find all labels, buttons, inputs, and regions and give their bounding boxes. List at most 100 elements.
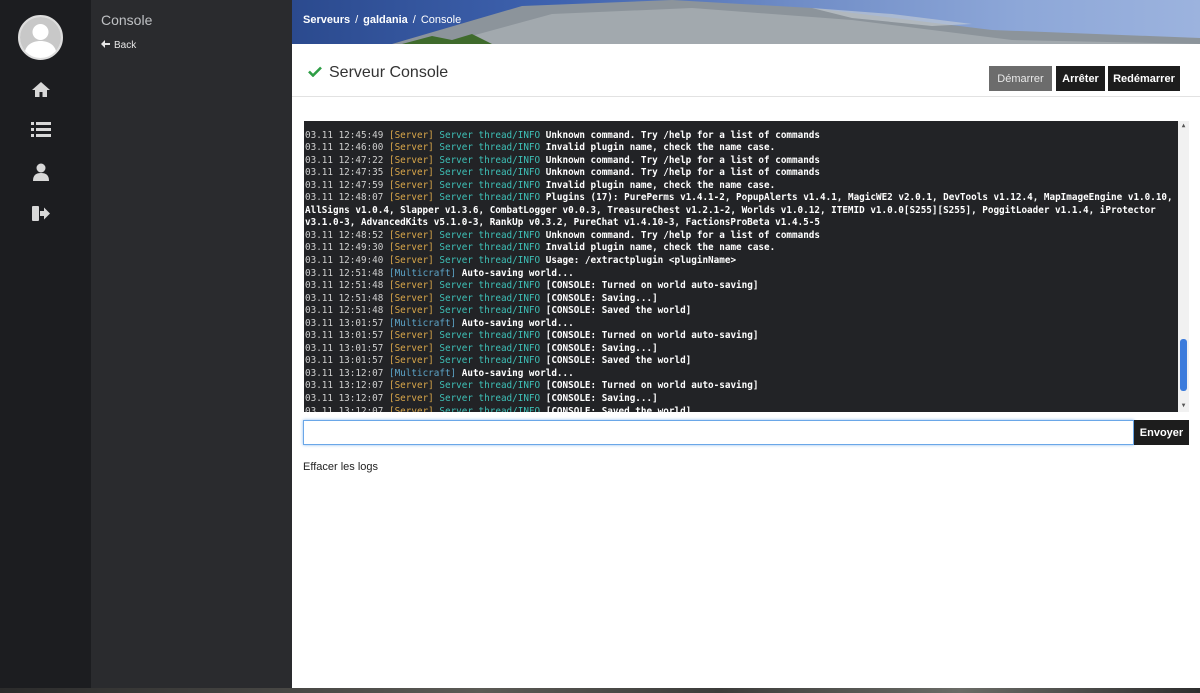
breadcrumb-separator: / xyxy=(412,14,416,26)
console-source: [Server] xyxy=(388,167,434,179)
console-line: 03.11 13:12:07 [Multicraft] Auto-saving … xyxy=(305,368,1175,381)
console-thread: Server thread/INFO xyxy=(439,305,541,317)
console-timestamp: 03.11 12:51:48 xyxy=(305,280,384,292)
console-message: Invalid plugin name, check the name case… xyxy=(545,142,776,154)
console-thread: Server thread/INFO xyxy=(439,292,541,304)
console-message: [CONSOLE: Saving...] xyxy=(545,292,658,304)
main-content: Serveurs / galdania / Console Serveur Co… xyxy=(292,0,1200,688)
back-link[interactable]: Back xyxy=(101,40,136,51)
console-thread: Server thread/INFO xyxy=(439,330,541,342)
header-banner: Serveurs / galdania / Console xyxy=(292,0,1200,44)
home-icon[interactable] xyxy=(30,78,52,100)
console-timestamp: 03.11 13:01:57 xyxy=(305,317,384,329)
submenu-title: Console xyxy=(101,12,153,28)
console-thread: Server thread/INFO xyxy=(439,255,541,267)
page-title-text: Serveur Console xyxy=(329,64,449,81)
console-message: Auto-saving world... xyxy=(461,367,574,379)
console-source: [Server] xyxy=(388,305,434,317)
console-message: Usage: /extractplugin <pluginName> xyxy=(545,255,737,267)
console-timestamp: 03.11 13:01:57 xyxy=(305,342,384,354)
console-source: [Server] xyxy=(388,280,434,292)
breadcrumb-servers[interactable]: Serveurs xyxy=(303,14,350,26)
console-message: Unknown command. Try /help for a list of… xyxy=(545,129,820,141)
breadcrumb-separator: / xyxy=(355,14,359,26)
console-log[interactable]: 03.11 12:45:49 [Server] Server thread/IN… xyxy=(304,121,1189,412)
page-title: Serveur Console xyxy=(308,64,448,82)
console-thread: Server thread/INFO xyxy=(439,229,541,241)
console-line: 03.11 12:49:30 [Server] Server thread/IN… xyxy=(305,242,1175,255)
console-source: [Multicraft] xyxy=(388,267,457,279)
console-thread: Server thread/INFO xyxy=(439,192,541,204)
console-line: 03.11 13:12:07 [Server] Server thread/IN… xyxy=(305,406,1175,412)
console-timestamp: 03.11 12:46:00 xyxy=(305,142,384,154)
console-source: [Server] xyxy=(388,380,434,392)
console-message: [CONSOLE: Turned on world auto-saving] xyxy=(545,280,759,292)
console-timestamp: 03.11 13:12:07 xyxy=(305,380,384,392)
console-thread: Server thread/INFO xyxy=(439,154,541,166)
console-line: 03.11 13:12:07 [Server] Server thread/IN… xyxy=(305,393,1175,406)
console-message: Auto-saving world... xyxy=(461,317,574,329)
console-message: [CONSOLE: Turned on world auto-saving] xyxy=(545,330,759,342)
console-thread: Server thread/INFO xyxy=(439,179,541,191)
page-header: Serveur Console Démarrer Arrêter Redémar… xyxy=(292,44,1200,97)
submenu: Console Back xyxy=(91,0,292,688)
console-source: [Multicraft] xyxy=(388,317,457,329)
console-line: 03.11 12:46:00 [Server] Server thread/IN… xyxy=(305,142,1175,155)
console-thread: Server thread/INFO xyxy=(439,342,541,354)
breadcrumb-server[interactable]: galdania xyxy=(363,14,408,26)
console-timestamp: 03.11 12:51:48 xyxy=(305,267,384,279)
console-message: Invalid plugin name, check the name case… xyxy=(545,242,776,254)
console-timestamp: 03.11 12:48:52 xyxy=(305,229,384,241)
console-scrollbar[interactable]: ▲ ▼ xyxy=(1178,121,1189,412)
scroll-down-icon[interactable]: ▼ xyxy=(1180,402,1187,410)
console-lines: 03.11 12:45:49 [Server] Server thread/IN… xyxy=(305,121,1175,412)
console-message: Unknown command. Try /help for a list of… xyxy=(545,229,820,241)
console-line: 03.11 12:51:48 [Server] Server thread/IN… xyxy=(305,305,1175,318)
console-source: [Server] xyxy=(388,142,434,154)
user-avatar-icon xyxy=(20,17,61,58)
console-source: [Server] xyxy=(388,330,434,342)
stop-button[interactable]: Arrêter xyxy=(1056,66,1105,91)
avatar[interactable] xyxy=(18,15,63,60)
user-icon[interactable] xyxy=(30,161,52,183)
console-source: [Server] xyxy=(388,179,434,191)
console-line: 03.11 12:48:52 [Server] Server thread/IN… xyxy=(305,230,1175,243)
console-line: 03.11 13:12:07 [Server] Server thread/IN… xyxy=(305,380,1175,393)
breadcrumb-current: Console xyxy=(420,14,462,26)
console-line: 03.11 13:01:57 [Server] Server thread/IN… xyxy=(305,330,1175,343)
start-button[interactable]: Démarrer xyxy=(989,66,1052,91)
back-label: Back xyxy=(114,40,137,51)
console-timestamp: 03.11 13:12:07 xyxy=(305,405,384,412)
send-button[interactable]: Envoyer xyxy=(1134,420,1189,445)
console-message: [CONSOLE: Saved the world] xyxy=(545,305,692,317)
console-message: [CONSOLE: Saving...] xyxy=(545,342,658,354)
console-source: [Server] xyxy=(388,255,434,267)
restart-button[interactable]: Redémarrer xyxy=(1108,66,1180,91)
console-message: [CONSOLE: Saved the world] xyxy=(545,405,692,412)
console-timestamp: 03.11 13:01:57 xyxy=(305,330,384,342)
command-input[interactable] xyxy=(303,420,1134,445)
console-timestamp: 03.11 12:47:59 xyxy=(305,179,384,191)
console-thread: Server thread/INFO xyxy=(439,242,541,254)
console-line: 03.11 13:01:57 [Multicraft] Auto-saving … xyxy=(305,318,1175,331)
console-thread: Server thread/INFO xyxy=(439,380,541,392)
console-line: 03.11 12:51:48 [Server] Server thread/IN… xyxy=(305,293,1175,306)
console-source: [Multicraft] xyxy=(388,367,457,379)
console-line: 03.11 12:45:49 [Server] Server thread/IN… xyxy=(305,130,1175,143)
scroll-up-icon[interactable]: ▲ xyxy=(1180,122,1187,130)
console-timestamp: 03.11 12:51:48 xyxy=(305,305,384,317)
console-thread: Server thread/INFO xyxy=(439,280,541,292)
console-source: [Server] xyxy=(388,154,434,166)
list-icon[interactable] xyxy=(30,118,52,140)
console-source: [Server] xyxy=(388,405,434,412)
scrollbar-thumb[interactable] xyxy=(1180,339,1187,391)
console-message: [CONSOLE: Saving...] xyxy=(545,393,658,405)
console-line: 03.11 12:49:40 [Server] Server thread/IN… xyxy=(305,255,1175,268)
console-message: Unknown command. Try /help for a list of… xyxy=(545,154,820,166)
console-timestamp: 03.11 12:47:35 xyxy=(305,167,384,179)
console-message: Plugins (17): PurePerms v1.4.1-2, PopupA… xyxy=(305,192,1179,229)
console-message: Auto-saving world... xyxy=(461,267,574,279)
clear-logs-link[interactable]: Effacer les logs xyxy=(303,461,378,473)
sign-out-icon[interactable] xyxy=(30,202,52,224)
console-thread: Server thread/INFO xyxy=(439,405,541,412)
